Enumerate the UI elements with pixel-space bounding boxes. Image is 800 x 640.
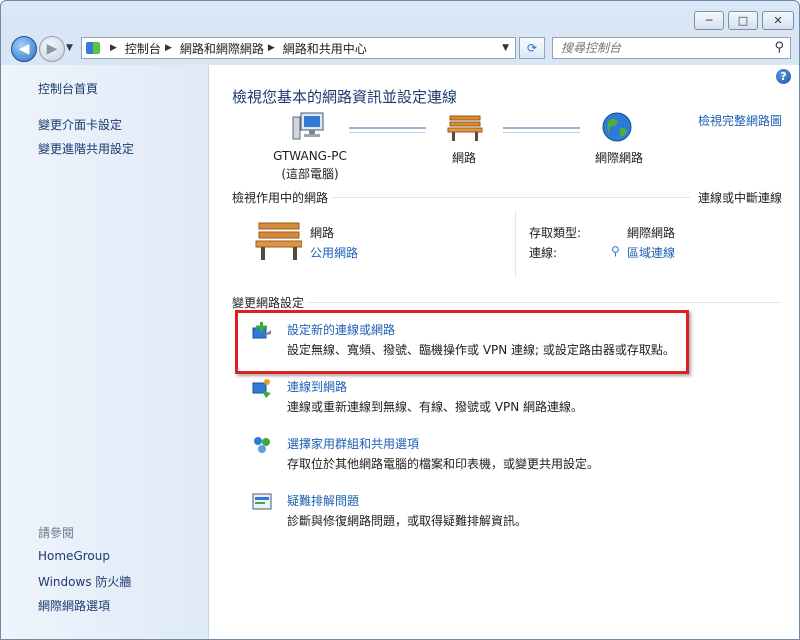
maximize-button[interactable]: □ xyxy=(728,11,758,30)
connections-label: 連線: xyxy=(529,246,558,260)
forward-arrow-icon[interactable]: ▶ xyxy=(39,36,65,62)
chevron-right-icon[interactable]: ▶ xyxy=(110,43,117,53)
homegroup-sharing-link[interactable]: 選擇家用群組和共用選項 xyxy=(287,435,419,452)
local-area-connection-link[interactable]: 區域連線 xyxy=(627,244,675,261)
connect-to-network-desc: 連線或重新連線到無線、有線、撥號或 VPN 網路連線。 xyxy=(287,400,584,414)
change-settings-heading: 變更網路設定 xyxy=(232,296,305,310)
close-button[interactable]: ✕ xyxy=(762,11,794,30)
divider xyxy=(307,302,781,303)
troubleshoot-desc: 診斷與修復網路問題，或取得疑難排解資訊。 xyxy=(287,514,528,528)
see-full-map-link[interactable]: 檢視完整網路圖 xyxy=(698,112,782,129)
sidebar-item-change-advanced-sharing[interactable]: 變更進階共用設定 xyxy=(38,140,134,157)
connection-line xyxy=(349,127,426,133)
vertical-divider xyxy=(515,211,516,277)
search-icon[interactable]: ⚲ xyxy=(774,40,784,55)
chevron-down-icon[interactable]: ▼ xyxy=(502,43,509,53)
back-arrow-icon[interactable]: ◀ xyxy=(11,36,37,62)
computer-name: GTWANG-PC xyxy=(273,149,347,163)
ethernet-icon: ⚲ xyxy=(611,244,620,258)
search-input[interactable] xyxy=(559,38,763,58)
minimize-button[interactable]: ─ xyxy=(694,11,724,30)
control-panel-icon xyxy=(86,42,100,54)
chevron-right-icon[interactable]: ▶ xyxy=(165,43,172,53)
main-content: ? 檢視您基本的網路資訊並設定連線 檢視完整網路圖 GTWANG-PC (這部電… xyxy=(209,65,799,639)
breadcrumb-control-panel[interactable]: 控制台 xyxy=(125,40,161,57)
network-label: 網路 xyxy=(451,151,476,165)
troubleshoot-link[interactable]: 疑難排解問題 xyxy=(287,492,359,509)
computer-icon[interactable] xyxy=(291,111,327,145)
sidebar: 控制台首頁 變更介面卡設定 變更進階共用設定 請參閱 HomeGroup Win… xyxy=(1,65,209,639)
address-bar[interactable]: ▶ 控制台 ▶ 網路和網際網路 ▶ 網路和共用中心 ▼ xyxy=(81,37,516,59)
page-title: 檢視您基本的網路資訊並設定連線 xyxy=(232,88,458,106)
connect-disconnect-link[interactable]: 連線或中斷連線 xyxy=(698,189,782,206)
sidebar-item-windows-firewall[interactable]: Windows 防火牆 xyxy=(38,573,131,590)
sidebar-item-internet-options[interactable]: 網際網路選項 xyxy=(38,597,110,614)
homegroup-icon xyxy=(254,437,270,453)
troubleshoot-icon xyxy=(252,493,272,510)
help-icon[interactable]: ? xyxy=(776,69,791,84)
search-box[interactable]: ⚲ xyxy=(552,37,791,59)
connect-to-network-link[interactable]: 連線到網路 xyxy=(287,378,347,395)
sidebar-item-change-adapter-settings[interactable]: 變更介面卡設定 xyxy=(38,116,122,133)
sidebar-item-control-panel-home[interactable]: 控制台首頁 xyxy=(38,80,98,97)
connect-to-network-icon xyxy=(252,379,271,398)
recent-pages-dropdown-icon[interactable]: ▼ xyxy=(66,43,73,53)
bench-icon xyxy=(255,222,302,260)
highlight-box xyxy=(235,310,689,374)
access-type-value: 網際網路 xyxy=(627,226,676,240)
title-bar: ─ □ ✕ xyxy=(1,1,799,31)
breadcrumb-network-sharing-center[interactable]: 網路和共用中心 xyxy=(283,40,367,57)
access-type-label: 存取類型: xyxy=(529,226,582,240)
active-networks-heading: 檢視作用中的網路 xyxy=(232,191,329,205)
sidebar-item-homegroup[interactable]: HomeGroup xyxy=(38,549,110,563)
globe-icon[interactable] xyxy=(601,111,633,143)
control-panel-window: ─ □ ✕ ◀ ▶ ▼ ▶ 控制台 ▶ 網路和網際網路 ▶ 網路和共用中心 ▼ … xyxy=(0,0,800,640)
computer-subtitle: (這部電腦) xyxy=(281,167,339,181)
divider xyxy=(332,197,690,198)
breadcrumb-network-internet[interactable]: 網路和網際網路 xyxy=(180,40,264,57)
bench-icon[interactable] xyxy=(447,113,483,143)
homegroup-sharing-desc: 存取位於其他網路電腦的檔案和印表機，或變更共用設定。 xyxy=(287,457,600,471)
internet-label: 網際網路 xyxy=(594,151,643,165)
network-type-link[interactable]: 公用網路 xyxy=(310,244,358,261)
navigation-bar: ◀ ▶ ▼ ▶ 控制台 ▶ 網路和網際網路 ▶ 網路和共用中心 ▼ ⟳ ⚲ xyxy=(1,33,799,63)
see-also-heading: 請參閱 xyxy=(38,526,75,540)
active-network-name: 網路 xyxy=(310,226,335,240)
chevron-right-icon[interactable]: ▶ xyxy=(268,43,275,53)
connection-line xyxy=(503,127,580,133)
refresh-icon[interactable]: ⟳ xyxy=(519,37,545,59)
